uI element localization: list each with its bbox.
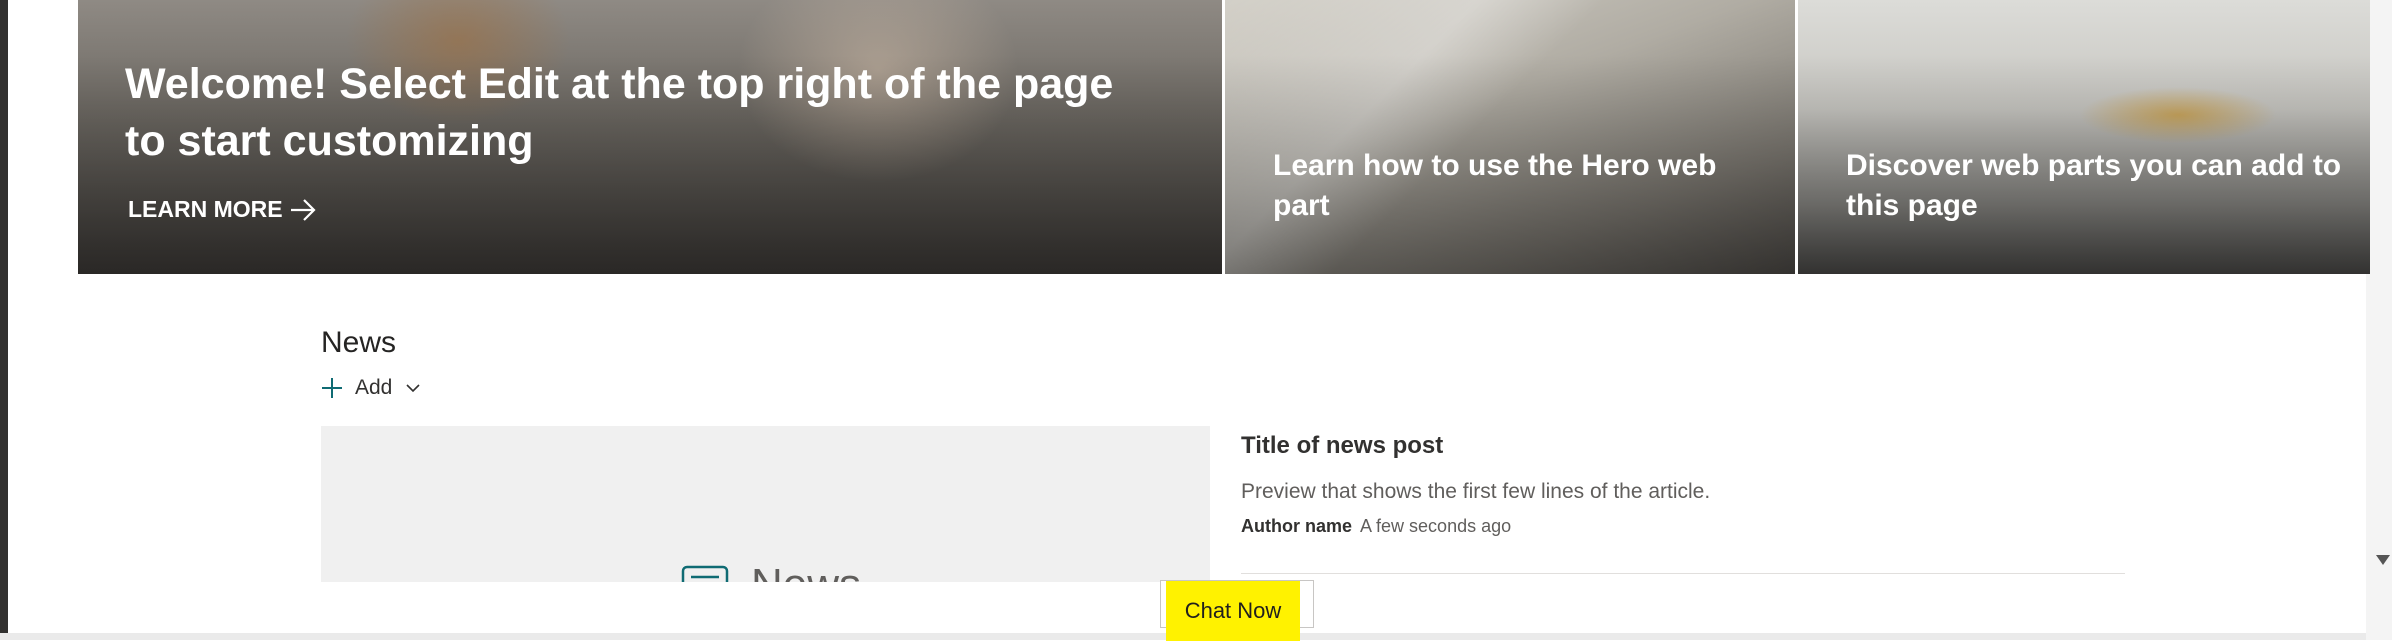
add-news-label: Add — [355, 376, 393, 399]
hero-main-title: Welcome! Select Edit at the top right of… — [125, 60, 1114, 165]
news-image-placeholder[interactable]: News — [321, 426, 1210, 582]
news-web-part: News Add News Title of news post Preview… — [321, 320, 2125, 582]
chat-now-button[interactable]: Chat Now — [1166, 581, 1300, 641]
learn-more-link[interactable]: LEARN MORE — [128, 196, 317, 223]
news-placeholder-label: News — [751, 560, 861, 582]
news-post-title[interactable]: Title of news post — [1241, 430, 2121, 462]
arrow-right-icon — [290, 198, 316, 221]
hero-tile-welcome[interactable]: Welcome! Select Edit at the top right of… — [78, 0, 1222, 274]
news-icon — [681, 565, 729, 582]
hero-web-part: Welcome! Select Edit at the top right of… — [78, 0, 2370, 274]
hero-tile-learn-title: Learn how to use the Hero web part — [1273, 149, 1717, 222]
learn-more-label: LEARN MORE — [128, 196, 283, 222]
chevron-down-icon[interactable] — [406, 383, 420, 393]
tile-overlay — [1225, 0, 1795, 274]
plus-icon — [322, 378, 342, 398]
scroll-down-arrow-icon[interactable] — [2376, 555, 2390, 565]
hero-tile-learn[interactable]: Learn how to use the Hero web part — [1225, 0, 1795, 274]
hero-tile-discover[interactable]: Discover web parts you can add to this p… — [1798, 0, 2370, 274]
left-rail — [0, 0, 8, 640]
news-divider — [1241, 573, 2125, 574]
news-placeholder-graphic: News — [681, 560, 861, 582]
news-post-preview: Preview that shows the first few lines o… — [1241, 480, 1711, 503]
news-post[interactable]: Title of news post Preview that shows th… — [1241, 430, 2121, 538]
add-news-button[interactable]: Add — [321, 376, 420, 400]
tile-overlay — [1798, 0, 2370, 274]
news-post-meta: Author name A few seconds ago — [1241, 514, 2121, 538]
hero-tile-discover-title: Discover web parts you can add to this p… — [1846, 149, 2342, 222]
news-section-title: News — [321, 326, 397, 359]
chat-widget: Chat Now — [1160, 580, 1314, 641]
news-post-author[interactable]: Author name — [1241, 514, 1352, 538]
news-post-time: A few seconds ago — [1360, 516, 1512, 536]
